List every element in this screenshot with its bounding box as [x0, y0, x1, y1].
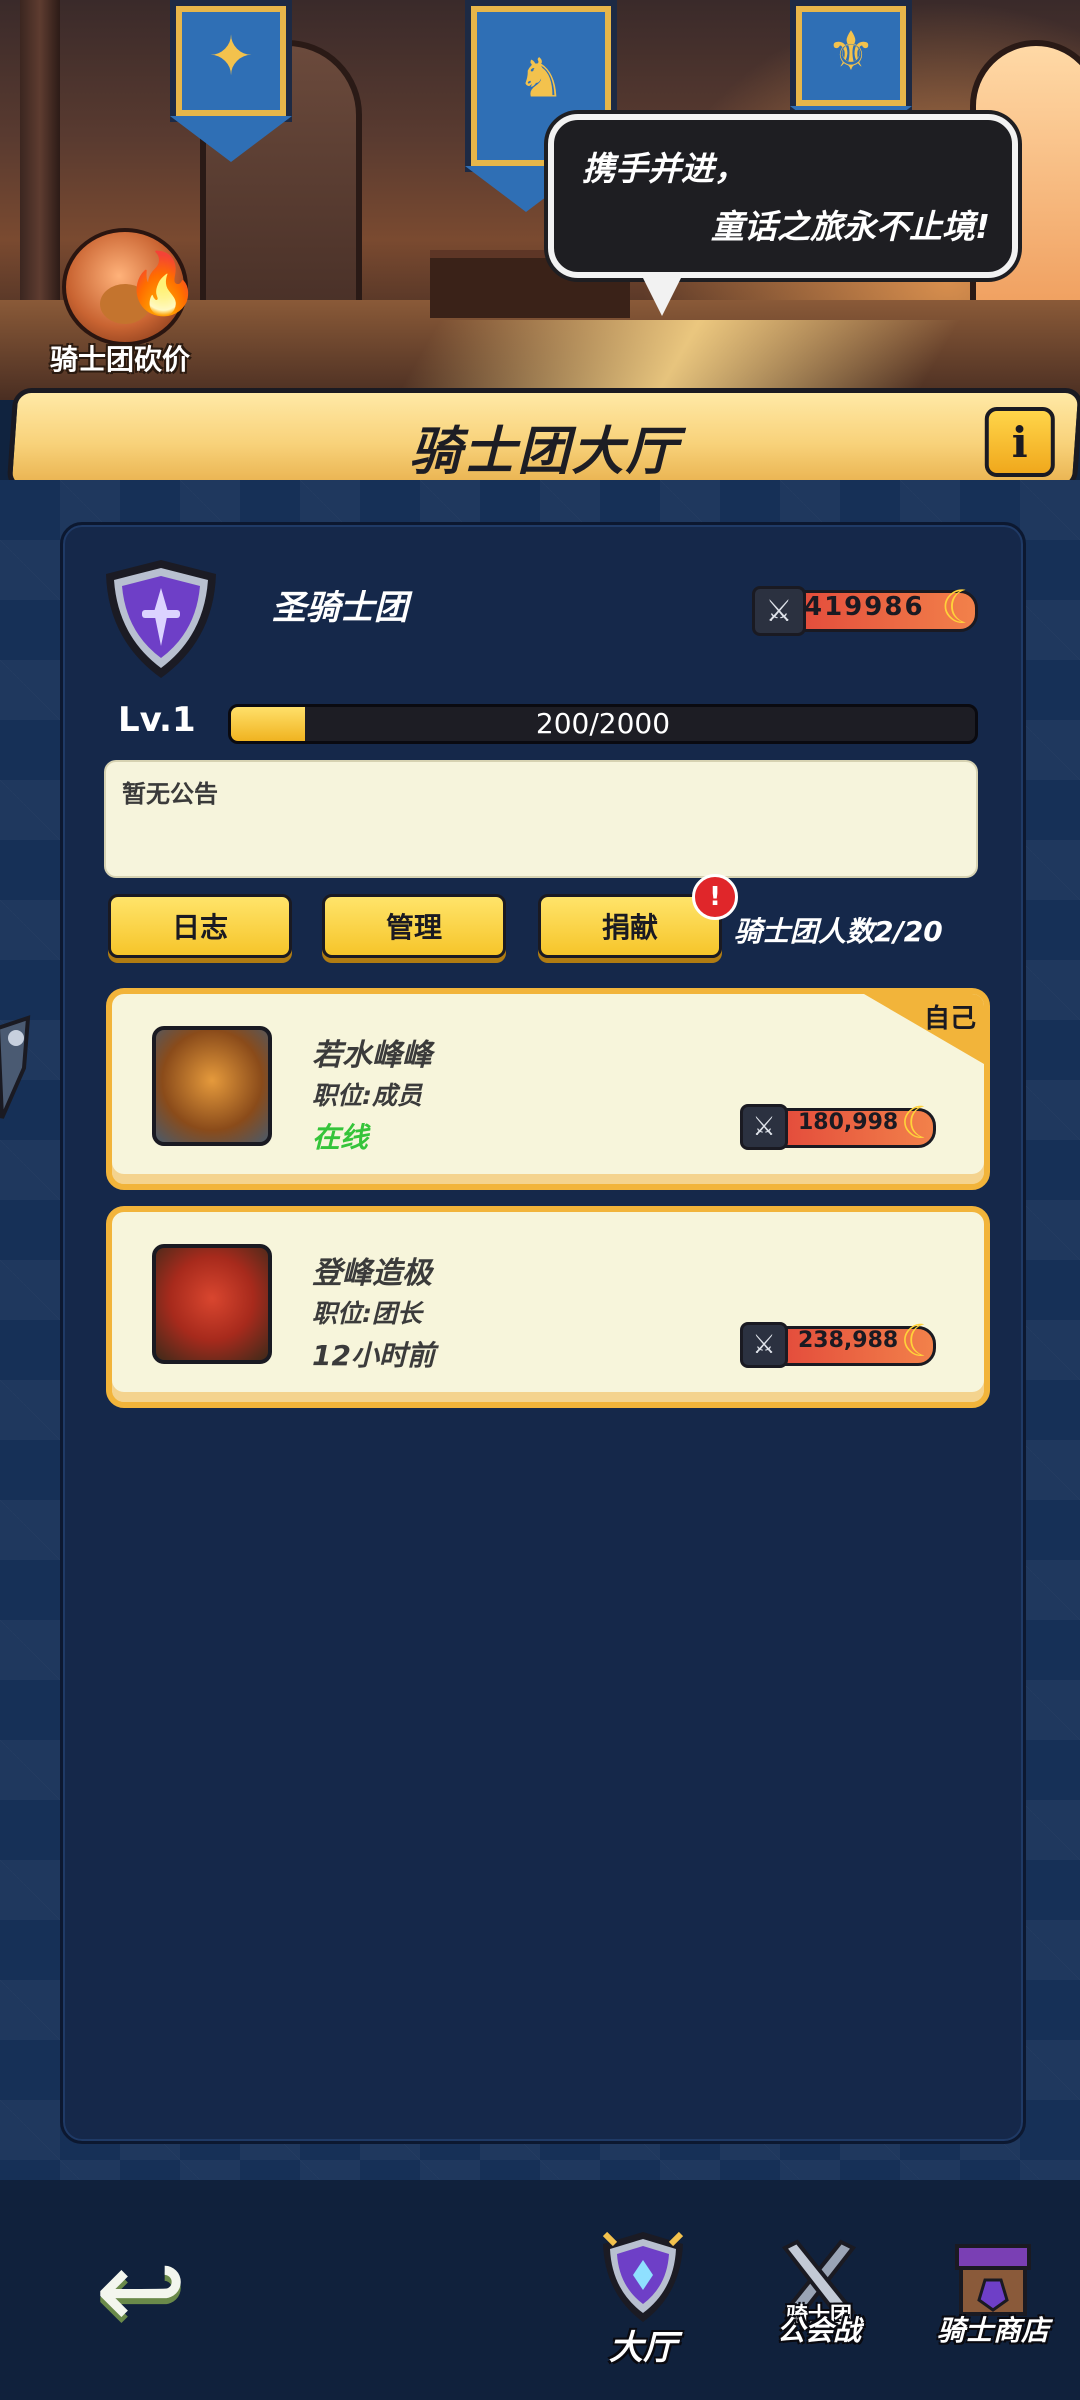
hall-shield-icon: [602, 2231, 684, 2322]
back-arrow-icon[interactable]: ↩: [74, 2235, 208, 2345]
crossed-swords-icon: ⚔: [740, 1104, 788, 1150]
crossed-swords-icon: ⚔: [740, 1322, 788, 1368]
guild-notice-box: 暂无公告: [104, 760, 978, 878]
nav-guild-war-label: 公会战: [776, 2314, 861, 2347]
fleur-de-lis-icon: ⚜: [826, 19, 876, 83]
self-tag-label: 自己: [923, 1004, 976, 1034]
member-avatar: [152, 1026, 272, 1146]
donate-alert-badge: !: [692, 874, 738, 920]
guild-power-value: 419986: [804, 592, 925, 622]
member-name: 登峰造极: [312, 1256, 432, 1291]
page-title: 骑士团大厅: [409, 422, 680, 482]
member-role: 职位:团长: [312, 1299, 422, 1328]
nav-hall-label: 大厅: [609, 2328, 677, 2368]
info-icon: i: [1011, 417, 1028, 467]
crescent-icon: ☾: [900, 1098, 940, 1149]
crescent-icon: ☾: [940, 580, 982, 634]
floor-light: [399, 320, 961, 390]
shop-stall-icon: [955, 2244, 1031, 2316]
crescent-icon: ☾: [900, 1316, 940, 1367]
member-card[interactable]: 登峰造极 职位:团长 12小时前 ⚔ 238,988 ☾: [106, 1206, 990, 1408]
member-avatar: [152, 1244, 272, 1364]
title-bar: 骑士团大厅 i: [6, 388, 1080, 490]
manage-button[interactable]: 管理: [322, 894, 506, 958]
nav-knight-shop-label: 骑士商店: [936, 2314, 1049, 2347]
nav-knight-shop[interactable]: 骑士商店: [918, 2228, 1068, 2378]
member-power: ⚔ 180,998 ☾: [740, 1098, 940, 1150]
bargain-label: 骑士团砍价: [49, 343, 190, 376]
guild-power: ⚔ 419986 ☾: [752, 580, 982, 636]
member-power-value: 238,988: [798, 1328, 899, 1353]
side-knight-figure-icon: [0, 1015, 31, 1119]
nav-guild-war[interactable]: 骑士团 公会战: [744, 2228, 894, 2378]
guild-level: Lv.1: [118, 700, 196, 740]
banner-star: ✦: [170, 0, 292, 162]
speech-bubble: 携手并进， 童话之旅永不止境!: [548, 114, 1018, 316]
speech-line-1: 携手并进，: [582, 149, 747, 188]
member-power-value: 180,998: [798, 1110, 899, 1135]
exp-progress-text: 200/2000: [535, 707, 671, 740]
guild-notice-text: 暂无公告: [122, 780, 218, 808]
nav-hall[interactable]: 大厅: [568, 2228, 718, 2378]
self-tag: 自己: [864, 994, 984, 1064]
member-role: 职位:成员: [312, 1081, 422, 1110]
flame-icon: 🔥: [125, 249, 200, 319]
crossed-swords-icon: ⚔: [752, 586, 806, 636]
guild-shield-icon: [106, 560, 216, 678]
member-power: ⚔ 238,988 ☾: [740, 1316, 940, 1368]
log-button[interactable]: 日志: [108, 894, 292, 958]
speech-line-2: 童话之旅永不止境!: [710, 207, 990, 246]
member-card[interactable]: 若水峰峰 职位:成员 在线 自己 ⚔ 180,998 ☾: [106, 988, 990, 1190]
member-status: 在线: [312, 1121, 369, 1154]
member-count: 骑士团人数2/20: [734, 915, 943, 948]
guild-bargain-button[interactable]: 🔥 骑士团砍价: [40, 228, 200, 378]
member-name: 若水峰峰: [312, 1038, 432, 1073]
lion-emblem-icon: ♞: [516, 46, 566, 110]
info-button[interactable]: i: [984, 407, 1055, 477]
guild-name: 圣骑士团: [272, 588, 408, 628]
star-emblem-icon: ✦: [208, 24, 254, 87]
banner-fleur: ⚜: [790, 0, 912, 152]
exp-progress-bar: 200/2000: [228, 704, 978, 744]
member-status: 12小时前: [312, 1339, 435, 1372]
